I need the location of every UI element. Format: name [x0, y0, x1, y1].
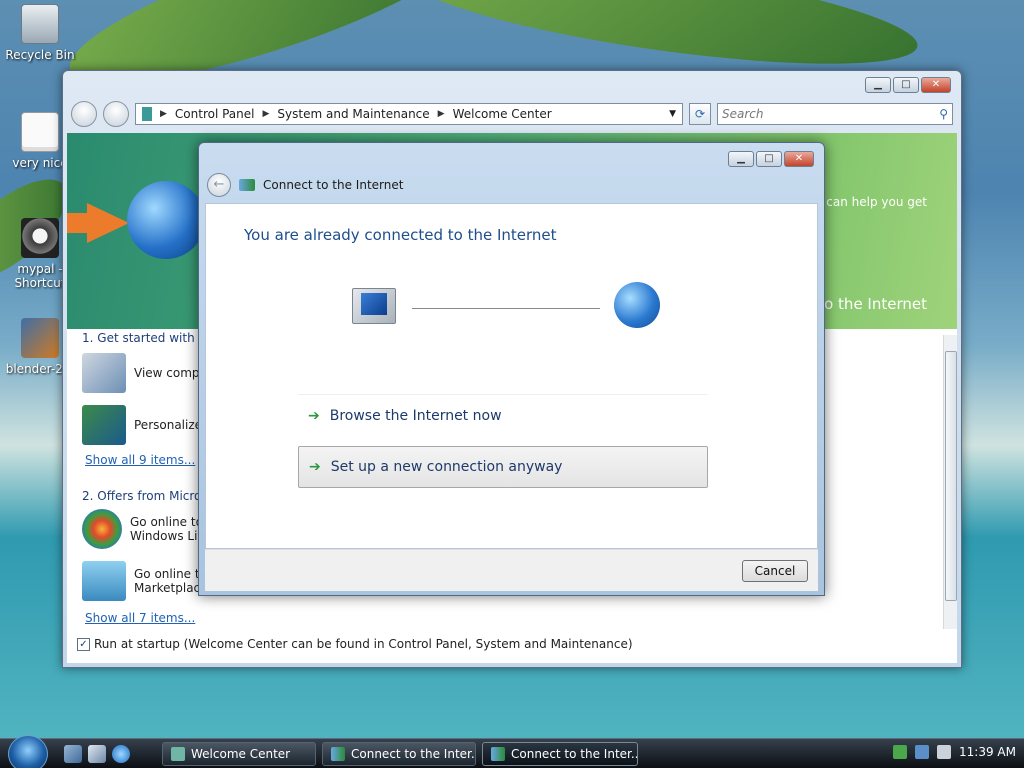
network-icon	[491, 747, 505, 761]
breadcrumb-welcome-center[interactable]: Welcome Center	[453, 107, 552, 121]
task-label: Welcome Center	[191, 747, 291, 761]
internet-explorer-icon[interactable]	[112, 745, 130, 763]
safely-remove-icon[interactable]	[893, 745, 908, 759]
green-arrow-icon: ➔	[308, 407, 320, 424]
connection-status-heading: You are already connected to the Interne…	[244, 226, 557, 244]
taskbar-item-connect-internet-2[interactable]: Connect to the Inter...	[482, 742, 638, 766]
desktop-icon-recycle-bin[interactable]: Recycle Bin	[0, 4, 80, 62]
internet-globe-icon	[614, 282, 660, 328]
show-all-9-items-link[interactable]: Show all 9 items...	[85, 453, 195, 467]
back-arrow-icon[interactable]: ←	[207, 173, 231, 197]
refresh-button[interactable]: ⟳	[689, 103, 711, 125]
dialog-body: You are already connected to the Interne…	[205, 203, 818, 549]
connection-line	[412, 308, 600, 309]
orange-arrow-icon	[67, 213, 89, 233]
welcome-center-icon	[171, 747, 185, 761]
windows-logo-icon	[82, 509, 122, 549]
breadcrumb-system-maintenance[interactable]: System and Maintenance	[277, 107, 429, 121]
dialog-caption-buttons: ▁ □ ✕	[728, 151, 814, 167]
list-item[interactable]: Go online to Marketplace	[82, 561, 208, 601]
network-status-icon[interactable]	[915, 745, 930, 759]
control-panel-icon	[142, 107, 152, 121]
orange-arrow-icon	[87, 203, 129, 243]
network-icon	[239, 179, 255, 191]
clock[interactable]: 11:39 AM	[959, 745, 1016, 759]
browse-internet-option[interactable]: ➔ Browse the Internet now	[298, 394, 708, 436]
breadcrumb-separator-icon: ▶	[437, 109, 445, 119]
network-icon	[331, 747, 345, 761]
desktop-icon-label: Recycle Bin	[5, 48, 75, 62]
taskbar-item-connect-internet-1[interactable]: Connect to the Inter...	[322, 742, 476, 766]
task-label: Connect to the Inter...	[351, 747, 476, 761]
dialog-footer: Cancel	[205, 549, 818, 591]
address-bar[interactable]: ▶ Control Panel ▶ System and Maintenance…	[135, 103, 683, 125]
system-tray: 11:39 AM	[893, 745, 1016, 759]
connect-internet-dialog: ▁ □ ✕ ← Connect to the Internet You are …	[198, 142, 825, 596]
dialog-title: Connect to the Internet	[263, 178, 404, 192]
task-label: Connect to the Inter...	[511, 747, 638, 761]
dialog-header: ← Connect to the Internet	[207, 173, 403, 197]
address-dropdown-icon[interactable]: ▼	[669, 109, 676, 119]
mypal-browser-icon	[21, 218, 59, 258]
list-item-label: Go online to Windows Liv	[130, 515, 205, 543]
section-offers-title[interactable]: 2. Offers from Microso	[82, 489, 215, 503]
blender-installer-icon	[21, 318, 59, 358]
maximize-button[interactable]: □	[893, 77, 919, 93]
taskbar-item-welcome-center[interactable]: Welcome Center	[162, 742, 316, 766]
minimize-button[interactable]: ▁	[865, 77, 891, 93]
minimize-button[interactable]: ▁	[728, 151, 754, 167]
volume-icon[interactable]	[937, 745, 952, 759]
search-input[interactable]: Search ⚲	[717, 103, 953, 125]
breadcrumb-control-panel[interactable]: Control Panel	[175, 107, 255, 121]
cancel-button[interactable]: Cancel	[742, 560, 808, 582]
computer-details-icon	[82, 353, 126, 393]
start-button[interactable]	[8, 735, 48, 768]
list-item[interactable]: Go online to Windows Liv	[82, 509, 205, 549]
recycle-bin-icon	[21, 4, 59, 44]
setup-new-connection-option[interactable]: ➔ Set up a new connection anyway	[298, 446, 708, 488]
option-label: Browse the Internet now	[329, 407, 502, 424]
close-button[interactable]: ✕	[921, 77, 951, 93]
navigation-bar: ▶ Control Panel ▶ System and Maintenance…	[71, 101, 953, 127]
run-at-startup-checkbox[interactable]: ✓	[77, 637, 90, 651]
green-arrow-icon: ➔	[309, 459, 321, 475]
list-item[interactable]: View comput	[82, 353, 212, 393]
show-desktop-icon[interactable]	[64, 745, 82, 763]
text-document-icon	[21, 112, 59, 152]
personalize-icon	[82, 405, 126, 445]
breadcrumb-separator-icon: ▶	[262, 109, 270, 119]
run-at-startup-label: Run at startup (Welcome Center can be fo…	[94, 637, 633, 651]
taskbar: Welcome Center Connect to the Inter... C…	[0, 735, 1024, 768]
show-all-7-items-link[interactable]: Show all 7 items...	[85, 611, 195, 625]
globe-icon	[127, 181, 205, 259]
list-item-label: Go online to Marketplace	[134, 567, 208, 595]
banner-description: rd can help you get	[810, 195, 927, 209]
back-button[interactable]	[71, 101, 97, 127]
scrollbar-thumb[interactable]	[945, 351, 957, 601]
window-caption-buttons: ▁ □ ✕	[865, 77, 951, 93]
shopping-basket-icon	[82, 561, 126, 601]
option-label: Set up a new connection anyway	[330, 459, 563, 475]
search-icon[interactable]: ⚲	[939, 107, 948, 121]
forward-button[interactable]	[103, 101, 129, 127]
maximize-button[interactable]: □	[756, 151, 782, 167]
computer-icon	[352, 288, 396, 324]
run-at-startup[interactable]: ✓ Run at startup (Welcome Center can be …	[77, 637, 633, 651]
search-placeholder: Search	[722, 107, 764, 121]
breadcrumb-separator-icon: ▶	[160, 109, 167, 119]
close-button[interactable]: ✕	[784, 151, 814, 167]
content-scrollbar[interactable]	[943, 335, 957, 629]
switch-windows-icon[interactable]	[88, 745, 106, 763]
